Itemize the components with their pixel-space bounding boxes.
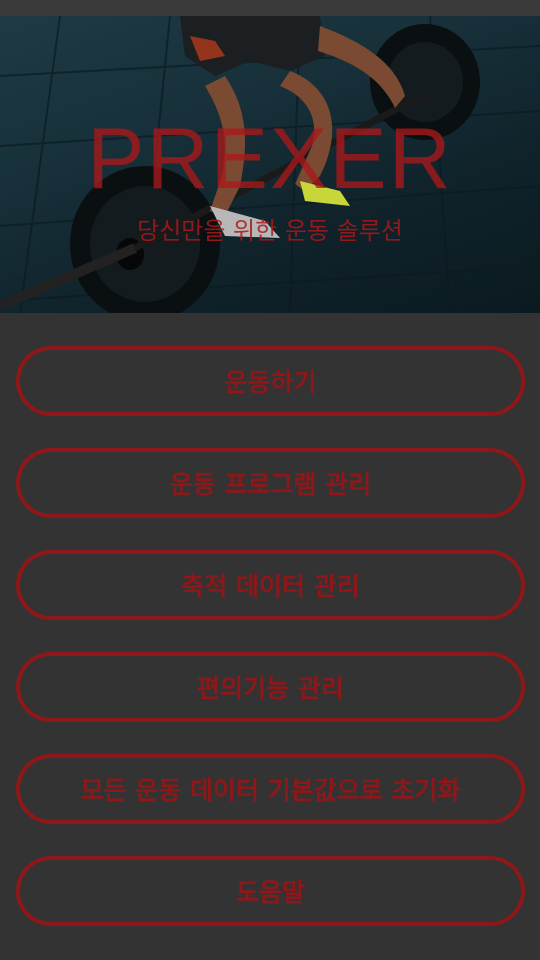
convenience-features-button[interactable]: 편의기능 관리: [16, 652, 525, 722]
main-menu: 운동하기 운동 프로그램 관리 축적 데이터 관리 편의기능 관리 모든 운동 …: [16, 346, 525, 958]
help-button[interactable]: 도움말: [16, 856, 525, 926]
app-subtitle: 당신만을 위한 운동 솔루션: [137, 217, 403, 245]
reset-all-data-button[interactable]: 모든 운동 데이터 기본값으로 초기화: [16, 754, 525, 824]
app-screen: PREXER 당신만을 위한 운동 솔루션 운동하기 운동 프로그램 관리 축적…: [0, 0, 540, 960]
status-bar: [0, 0, 540, 16]
accumulated-data-manage-button[interactable]: 축적 데이터 관리: [16, 550, 525, 620]
app-title: PREXER: [87, 111, 453, 207]
hero-banner: PREXER 당신만을 위한 운동 솔루션: [0, 16, 540, 313]
workout-button[interactable]: 운동하기: [16, 346, 525, 416]
workout-program-manage-button[interactable]: 운동 프로그램 관리: [16, 448, 525, 518]
